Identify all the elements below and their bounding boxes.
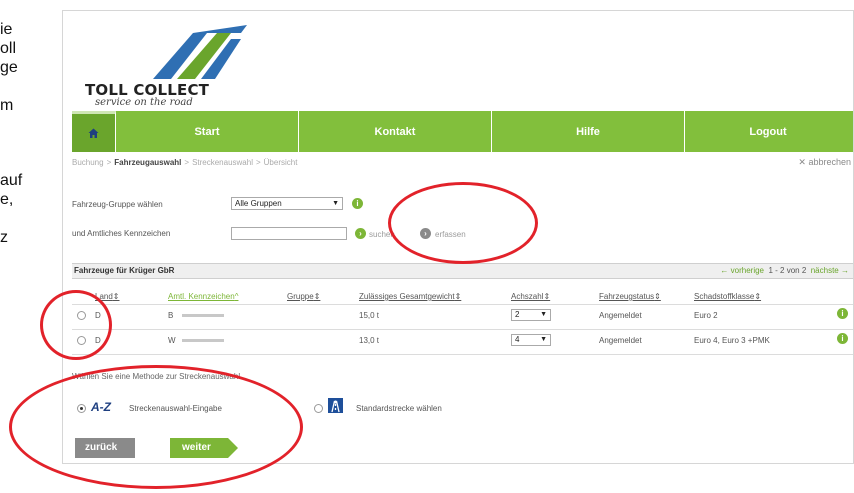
register-arrow-icon[interactable]: › xyxy=(420,228,431,239)
group-select[interactable]: Alle Gruppen ▼ xyxy=(231,197,343,210)
cancel-label: abbrechen xyxy=(808,157,851,167)
breadcrumb-item-streckenauswahl: Streckenauswahl xyxy=(192,158,253,167)
chevron-right-icon: > xyxy=(255,158,261,167)
cell-plate: B xyxy=(168,311,174,320)
axle-select[interactable]: 2 ▼ xyxy=(511,309,551,321)
cell-land: D xyxy=(95,311,101,320)
side-text-7: z xyxy=(0,229,8,246)
nav-hilfe[interactable]: Hilfe xyxy=(492,111,685,152)
cell-weight: 13,0 t xyxy=(359,336,380,345)
col-header-status[interactable]: Fahrzeugstatus⇕ xyxy=(599,292,661,301)
caret-down-icon: ▼ xyxy=(540,311,547,318)
nav-kontakt[interactable]: Kontakt xyxy=(299,111,492,152)
motorway-icon xyxy=(328,398,343,413)
home-icon xyxy=(88,128,99,138)
side-text-5: auf xyxy=(0,172,23,189)
col-header-plate-label: Amtl. Kennzeichen xyxy=(168,292,235,301)
row-radio[interactable] xyxy=(77,336,86,345)
route-radio-standard[interactable] xyxy=(314,404,323,413)
route-option-az-label: Streckenauswahl-Eingabe xyxy=(129,404,222,413)
nav-start[interactable]: Start xyxy=(116,111,299,152)
row-radio[interactable] xyxy=(77,311,86,320)
chevron-right-icon: > xyxy=(106,158,112,167)
side-text-6: e, xyxy=(0,191,14,208)
col-header-group-label: Gruppe xyxy=(287,292,314,301)
col-header-weight[interactable]: Zulässiges Gesamtgewicht⇕ xyxy=(359,292,461,301)
pager-next[interactable]: nächste xyxy=(811,266,839,275)
col-header-group[interactable]: Gruppe⇕ xyxy=(287,292,320,301)
cell-emission: Euro 2 xyxy=(694,311,718,320)
info-icon[interactable]: i xyxy=(837,333,848,344)
app-window: TOLL COLLECT service on the road Start K… xyxy=(62,10,854,464)
prev-arrow-icon[interactable]: ← xyxy=(720,266,728,275)
col-header-status-label: Fahrzeugstatus xyxy=(599,292,655,301)
info-icon[interactable]: i xyxy=(837,308,848,319)
nav-logout[interactable]: Logout xyxy=(685,111,851,152)
cell-status: Angemeldet xyxy=(599,336,642,345)
route-radio-az[interactable] xyxy=(77,404,86,413)
az-icon: A-Z xyxy=(91,400,111,414)
breadcrumb-item-uebersicht: Übersicht xyxy=(263,158,298,167)
group-label: Fahrzeug-Gruppe wählen xyxy=(72,200,163,209)
axle-select-value: 2 xyxy=(515,310,520,319)
plate-input[interactable] xyxy=(231,227,347,240)
main-nav: Start Kontakt Hilfe Logout xyxy=(72,111,853,152)
breadcrumb-item-buchung: Buchung xyxy=(72,158,104,167)
col-header-land-label: Land xyxy=(95,292,113,301)
cell-plate: W xyxy=(168,336,176,345)
col-header-weight-label: Zulässiges Gesamtgewicht xyxy=(359,292,455,301)
cell-emission: Euro 4, Euro 3 +PMK xyxy=(694,336,770,345)
col-header-axles-label: Achszahl xyxy=(511,292,544,301)
side-text-1: ie xyxy=(0,21,13,38)
logo-mark-icon xyxy=(153,25,247,79)
axle-select[interactable]: 4 ▼ xyxy=(511,334,551,346)
search-link[interactable]: suchen xyxy=(369,230,395,239)
info-icon[interactable]: i xyxy=(352,198,363,209)
side-text-4: m xyxy=(0,97,14,114)
col-header-land[interactable]: Land⇕ xyxy=(95,292,120,301)
side-text-3: ge xyxy=(0,59,18,76)
breadcrumb: Buchung > Fahrzeugauswahl > Streckenauswahl >… xyxy=(72,158,297,167)
divider xyxy=(72,329,853,330)
divider xyxy=(72,304,853,305)
logo: TOLL COLLECT service on the road xyxy=(75,19,255,114)
next-button[interactable]: weiter xyxy=(170,438,238,458)
next-arrow-icon[interactable]: → xyxy=(841,266,849,275)
col-header-plate[interactable]: Amtl. Kennzeichen^ xyxy=(168,292,238,301)
col-header-emission-label: Schadstoffklasse xyxy=(694,292,755,301)
redacted-plate xyxy=(182,339,224,342)
axle-select-value: 4 xyxy=(515,335,520,344)
col-header-axles[interactable]: Achszahl⇕ xyxy=(511,292,550,301)
vehicle-table-title: Fahrzeuge für Krüger GbR xyxy=(74,266,175,275)
cell-weight: 15,0 t xyxy=(359,311,380,320)
close-icon: ✕ xyxy=(798,157,809,167)
chevron-right-icon: > xyxy=(184,158,190,167)
route-option-standard-label: Standardstrecke wählen xyxy=(356,404,442,413)
pager: ← vorherige 1 - 2 von 2 nächste → xyxy=(720,266,849,275)
register-link[interactable]: erfassen xyxy=(435,230,466,239)
caret-down-icon: ▼ xyxy=(332,200,339,207)
route-method-prompt: Wählen Sie eine Methode zur Streckenausw… xyxy=(72,372,241,381)
cancel-link[interactable]: ✕ abbrechen xyxy=(798,157,851,168)
breadcrumb-item-fahrzeugauswahl: Fahrzeugauswahl xyxy=(114,158,182,167)
pager-range: 1 - 2 von 2 xyxy=(768,266,807,275)
redacted-plate xyxy=(182,314,224,317)
caret-down-icon: ▼ xyxy=(540,336,547,343)
plate-label: und Amtliches Kennzeichen xyxy=(72,229,171,238)
group-select-value: Alle Gruppen xyxy=(235,199,282,208)
vehicle-table-header: Fahrzeuge für Krüger GbR ← vorherige 1 -… xyxy=(72,263,853,279)
back-button[interactable]: zurück xyxy=(75,438,135,458)
home-button[interactable] xyxy=(72,111,116,152)
side-text-2: oll xyxy=(0,40,17,57)
pager-prev[interactable]: vorherige xyxy=(731,266,764,275)
logo-subtitle: service on the road xyxy=(95,97,193,108)
motorway-glyph xyxy=(331,400,340,413)
cell-status: Angemeldet xyxy=(599,311,642,320)
col-header-emission[interactable]: Schadstoffklasse⇕ xyxy=(694,292,761,301)
divider xyxy=(72,354,853,355)
search-arrow-icon[interactable]: › xyxy=(355,228,366,239)
cell-land: D xyxy=(95,336,101,345)
